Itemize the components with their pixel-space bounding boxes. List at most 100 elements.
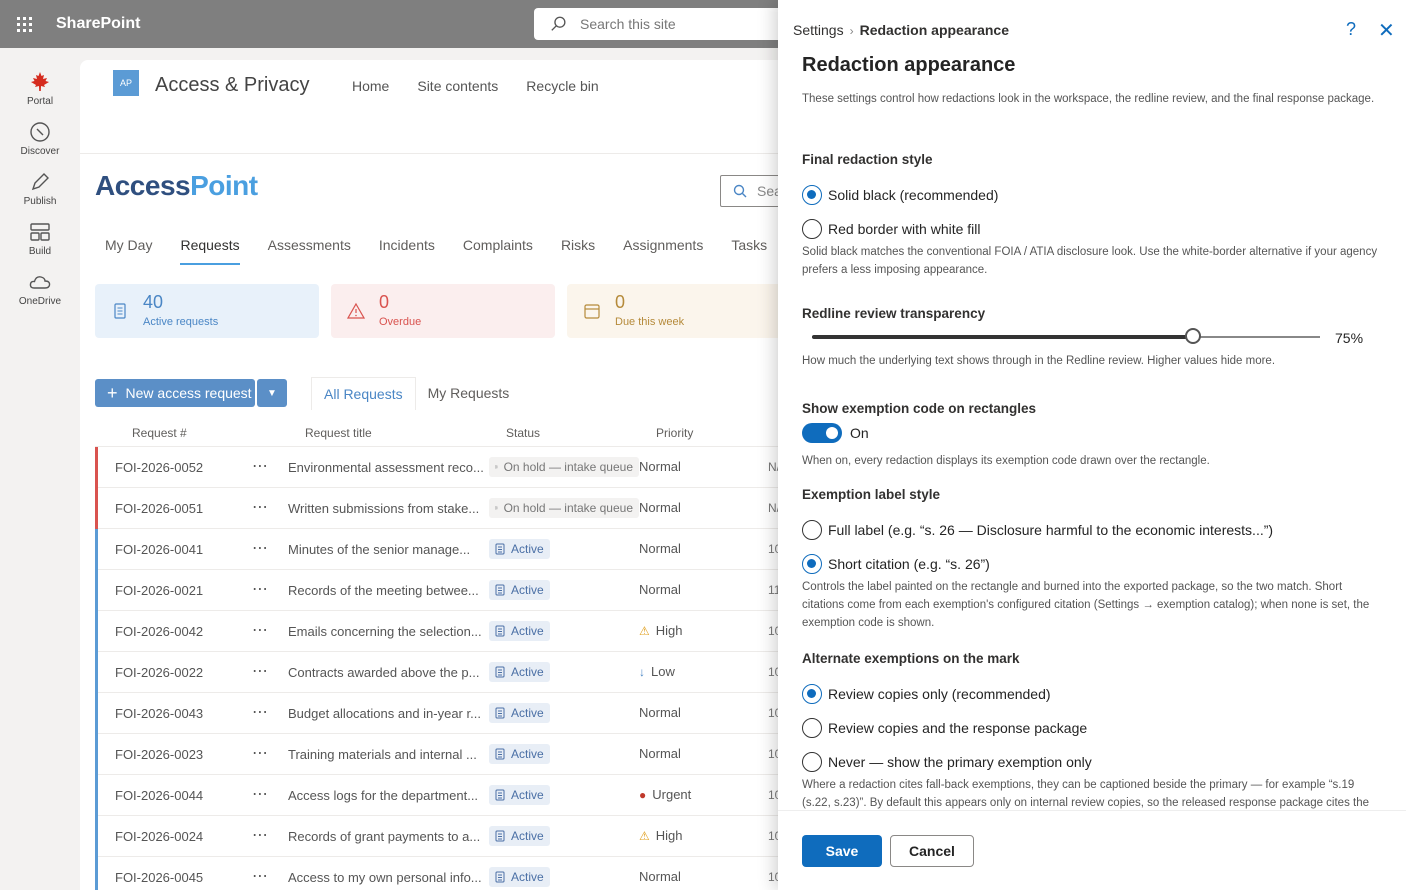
request-title[interactable]: Budget allocations and in-year r... (288, 706, 481, 721)
transparency-slider[interactable] (812, 328, 1320, 344)
slider-thumb[interactable] (1185, 328, 1201, 344)
request-number[interactable]: FOI-2026-0021 (115, 583, 203, 598)
request-title[interactable]: Training materials and internal ... (288, 747, 477, 762)
site-nav-site-contents[interactable]: Site contents (417, 78, 498, 94)
rail-item-discover[interactable]: Discover (0, 120, 80, 157)
more-actions-icon[interactable]: ⋯ (252, 743, 269, 763)
radio-red-border[interactable]: Red border with white fill (802, 219, 981, 239)
site-header: AP Access & Privacy Home Site contents R… (80, 60, 800, 154)
request-title[interactable]: Records of grant payments to a... (288, 829, 480, 844)
request-title[interactable]: Access logs for the department... (288, 788, 478, 803)
tab-incidents[interactable]: Incidents (379, 237, 435, 265)
table-row[interactable]: FOI-2026-0042 ⋯ Emails concerning the sele… (95, 611, 795, 652)
view-tab-all-requests[interactable]: All Requests (311, 377, 416, 410)
more-actions-icon[interactable]: ⋯ (252, 661, 269, 681)
rail-item-build[interactable]: Build (0, 220, 80, 257)
view-tab-my-requests[interactable]: My Requests (416, 377, 522, 410)
request-title[interactable]: Records of the meeting betwee... (288, 583, 479, 598)
kpi-overdue[interactable]: 0 Overdue (331, 284, 555, 338)
site-logo[interactable]: AP (113, 70, 139, 96)
table-row[interactable]: FOI-2026-0024 ⋯ Records of grant payments … (95, 816, 795, 857)
tab-risks[interactable]: Risks (561, 237, 595, 265)
tab-tasks[interactable]: Tasks (731, 237, 767, 265)
new-request-dropdown-button[interactable]: ▼ (257, 379, 287, 407)
kpi-active-requests[interactable]: 40 Active requests (95, 284, 319, 338)
cancel-button[interactable]: Cancel (890, 835, 974, 867)
site-nav-home[interactable]: Home (352, 78, 389, 94)
column-header-priority[interactable]: Priority (656, 426, 693, 440)
radio-short-citation[interactable]: Short citation (e.g. “s. 26”) (802, 554, 990, 574)
tab-assignments[interactable]: Assignments (623, 237, 703, 265)
tab-requests[interactable]: Requests (180, 237, 240, 265)
status-label: Active (511, 747, 544, 761)
table-row[interactable]: FOI-2026-0045 ⋯ Access to my own personal … (95, 857, 795, 890)
request-title[interactable]: Minutes of the senior manage... (288, 542, 470, 557)
status-badge: Active (489, 703, 550, 723)
chevron-right-icon: › (849, 24, 854, 38)
more-actions-icon[interactable]: ⋯ (252, 538, 269, 558)
request-number[interactable]: FOI-2026-0044 (115, 788, 203, 803)
request-number[interactable]: FOI-2026-0022 (115, 665, 203, 680)
table-row[interactable]: FOI-2026-0052 ⋯ Environmental assessment r… (95, 447, 795, 488)
request-title[interactable]: Emails concerning the selection... (288, 624, 482, 639)
more-actions-icon[interactable]: ⋯ (252, 456, 269, 476)
more-actions-icon[interactable]: ⋯ (252, 497, 269, 517)
app-launcher-icon[interactable] (0, 0, 48, 48)
table-row[interactable]: FOI-2026-0021 ⋯ Records of the meeting bet… (95, 570, 795, 611)
more-actions-icon[interactable]: ⋯ (252, 620, 269, 640)
table-row[interactable]: FOI-2026-0043 ⋯ Budget allocations and in-… (95, 693, 795, 734)
column-header-request-number[interactable]: Request # (132, 426, 187, 440)
radio-solid-black[interactable]: Solid black (recommended) (802, 185, 998, 205)
warning-icon: ⚠ (639, 828, 650, 843)
request-title[interactable]: Environmental assessment reco... (288, 460, 484, 475)
column-header-status[interactable]: Status (506, 426, 540, 440)
radio-review-and-package[interactable]: Review copies and the response package (802, 718, 1087, 738)
table-row[interactable]: FOI-2026-0023 ⋯ Training materials and int… (95, 734, 795, 775)
radio-never[interactable]: Never — show the primary exemption only (802, 752, 1092, 772)
request-title[interactable]: Written submissions from stake... (288, 501, 479, 516)
kpi-due-this-week[interactable]: 0 Due this week (567, 284, 791, 338)
request-number[interactable]: FOI-2026-0043 (115, 706, 203, 721)
tab-complaints[interactable]: Complaints (463, 237, 533, 265)
suite-app-name[interactable]: SharePoint (56, 15, 140, 33)
more-actions-icon[interactable]: ⋯ (252, 702, 269, 722)
breadcrumb-settings[interactable]: Settings (793, 22, 844, 38)
radio-label: Short citation (e.g. “s. 26”) (828, 556, 990, 572)
radio-review-copies-only[interactable]: Review copies only (recommended) (802, 684, 1051, 704)
save-button[interactable]: Save (802, 835, 882, 867)
request-title[interactable]: Access to my own personal info... (288, 870, 482, 885)
column-header-request-title[interactable]: Request title (305, 426, 372, 440)
more-actions-icon[interactable]: ⋯ (252, 579, 269, 599)
rail-item-publish[interactable]: Publish (0, 170, 80, 207)
radio-full-label[interactable]: Full label (e.g. “s. 26 — Disclosure har… (802, 520, 1273, 540)
rail-item-onedrive[interactable]: OneDrive (0, 270, 80, 307)
rail-item-label: OneDrive (18, 296, 62, 307)
rail-item-portal[interactable]: Portal (0, 70, 80, 107)
tab-assessments[interactable]: Assessments (268, 237, 351, 265)
help-icon[interactable]: ? (1346, 19, 1356, 40)
status-badge: On hold — intake queue (489, 498, 639, 518)
more-actions-icon[interactable]: ⋯ (252, 866, 269, 886)
request-number[interactable]: FOI-2026-0052 (115, 460, 203, 475)
request-number[interactable]: FOI-2026-0041 (115, 542, 203, 557)
table-row[interactable]: FOI-2026-0044 ⋯ Access logs for the depart… (95, 775, 795, 816)
panel-body[interactable]: These settings control how redactions lo… (778, 82, 1406, 810)
tab-my-day[interactable]: My Day (105, 237, 152, 265)
request-number[interactable]: FOI-2026-0023 (115, 747, 203, 762)
request-number[interactable]: FOI-2026-0042 (115, 624, 203, 639)
table-row[interactable]: FOI-2026-0051 ⋯ Written submissions from s… (95, 488, 795, 529)
more-actions-icon[interactable]: ⋯ (252, 784, 269, 804)
site-name[interactable]: Access & Privacy (155, 74, 309, 97)
table-row[interactable]: FOI-2026-0022 ⋯ Contracts awarded above th… (95, 652, 795, 693)
request-title[interactable]: Contracts awarded above the p... (288, 665, 480, 680)
show-code-toggle[interactable] (802, 423, 842, 443)
new-access-request-button[interactable]: + New access request (95, 379, 255, 407)
pause-icon (495, 465, 498, 469)
table-row[interactable]: FOI-2026-0041 ⋯ Minutes of the senior mana… (95, 529, 795, 570)
request-number[interactable]: FOI-2026-0051 (115, 501, 203, 516)
request-number[interactable]: FOI-2026-0024 (115, 829, 203, 844)
request-number[interactable]: FOI-2026-0045 (115, 870, 203, 885)
site-nav-recycle-bin[interactable]: Recycle bin (526, 78, 598, 94)
close-icon[interactable]: ✕ (1378, 18, 1395, 43)
more-actions-icon[interactable]: ⋯ (252, 825, 269, 845)
